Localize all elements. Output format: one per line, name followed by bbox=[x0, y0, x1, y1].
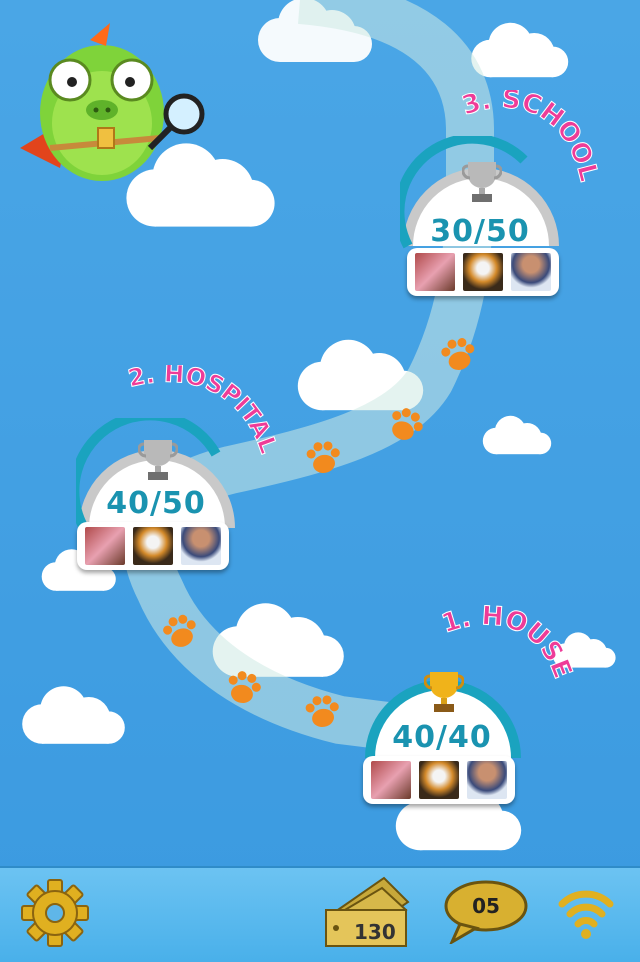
cloud bbox=[482, 415, 552, 455]
friends-row bbox=[77, 522, 229, 570]
bottom-bar: 130 05 bbox=[0, 866, 640, 962]
friend-avatar bbox=[419, 761, 459, 799]
tickets-button[interactable]: 130 bbox=[322, 874, 414, 950]
wifi-icon[interactable] bbox=[556, 882, 616, 942]
friend-avatar bbox=[133, 527, 173, 565]
friend-avatar bbox=[463, 253, 503, 291]
friend-avatar bbox=[511, 253, 551, 291]
level-title: 1. HOUSE bbox=[440, 605, 578, 683]
messages-button[interactable]: 05 bbox=[444, 878, 530, 944]
gear-icon[interactable] bbox=[20, 878, 90, 948]
svg-text:1. HOUSE: 1. HOUSE bbox=[440, 605, 578, 683]
cloud bbox=[22, 686, 125, 744]
map-screen: 30/50 3. SCHOOL 40/50 2. HOSPITAL 40/40 … bbox=[0, 0, 640, 962]
level-title: 2. HOSPITAL bbox=[125, 365, 283, 458]
svg-text:3. SCHOOL: 3. SCHOOL bbox=[459, 90, 604, 184]
friend-avatar bbox=[415, 253, 455, 291]
ticket-count: 130 bbox=[354, 920, 396, 944]
friend-avatar bbox=[467, 761, 507, 799]
friend-avatar bbox=[85, 527, 125, 565]
mascot-character bbox=[20, 23, 205, 181]
cloud bbox=[471, 22, 569, 78]
level-title: 3. SCHOOL bbox=[458, 90, 604, 185]
friends-row bbox=[363, 756, 515, 804]
friend-avatar bbox=[181, 527, 221, 565]
friends-row bbox=[407, 248, 559, 296]
svg-text:2. HOSPITAL: 2. HOSPITAL bbox=[126, 365, 283, 457]
friend-avatar bbox=[371, 761, 411, 799]
message-count: 05 bbox=[472, 894, 500, 918]
